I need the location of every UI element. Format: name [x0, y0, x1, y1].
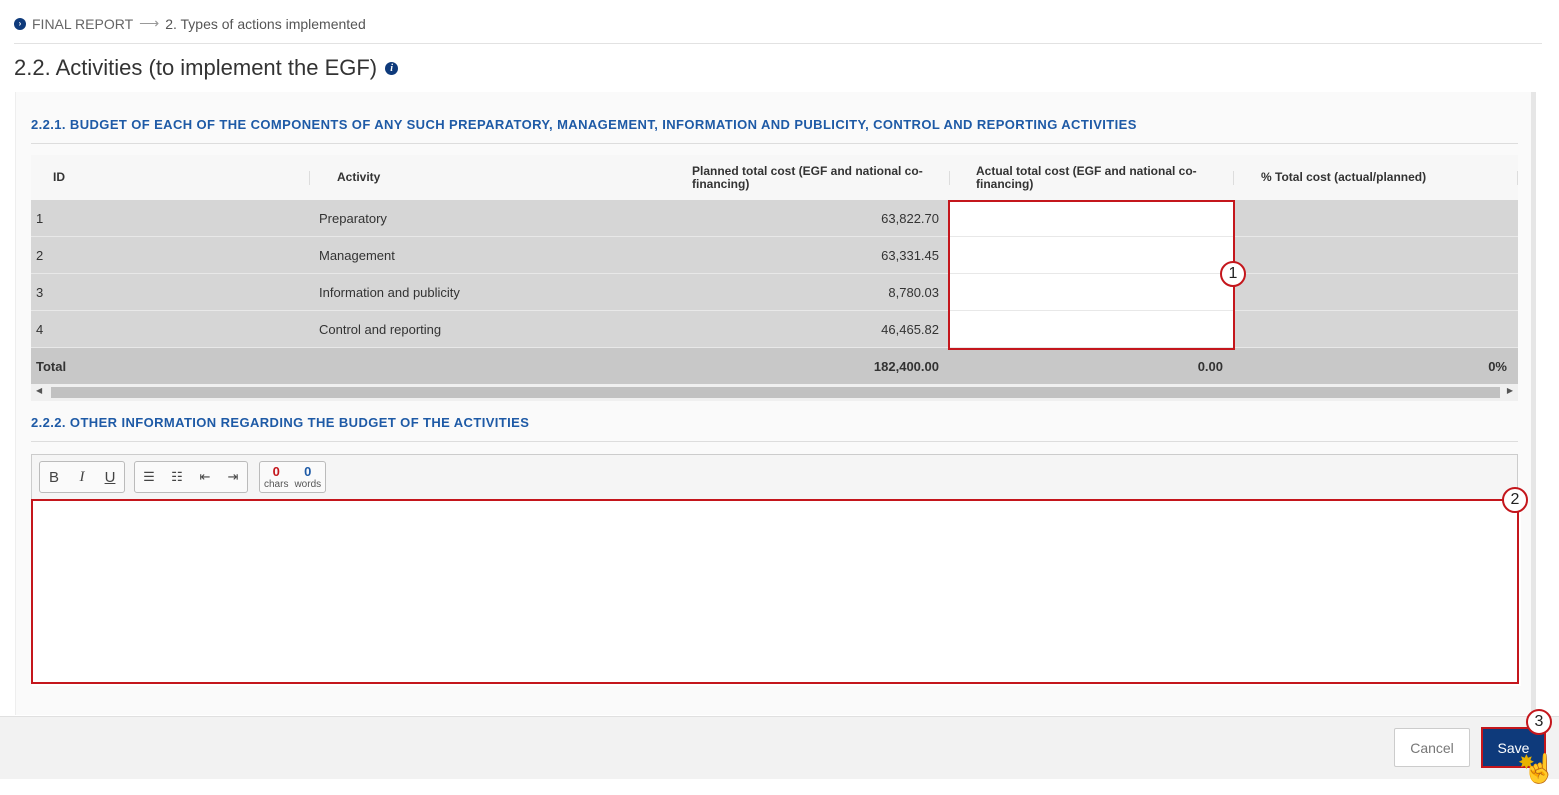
cell-planned: 63,822.70 — [881, 210, 939, 226]
table-row: 2 Management 63,331.45 — [31, 237, 1518, 274]
chars-count: 0 — [272, 464, 280, 479]
cell-id: 1 — [36, 210, 44, 226]
section-divider — [31, 441, 1518, 442]
underline-icon[interactable]: U — [96, 463, 124, 491]
scroll-left-icon[interactable]: ◀ — [36, 386, 42, 395]
cell-planned: 63,331.45 — [881, 247, 939, 263]
cell-planned: 8,780.03 — [888, 284, 939, 300]
table-row: 1 Preparatory 63,822.70 — [31, 200, 1518, 237]
callout-3: 3 — [1526, 709, 1552, 735]
words-count: 0 — [304, 464, 312, 479]
cell-pct — [1241, 237, 1507, 273]
section-heading-budget: 2.2.1. BUDGET OF EACH OF THE COMPONENTS … — [31, 117, 1137, 132]
italic-icon[interactable]: I — [68, 463, 96, 491]
table-header: ID Activity Planned total cost (EGF and … — [31, 155, 1518, 200]
column-header-id: ID — [53, 170, 65, 184]
cell-pct — [1241, 311, 1507, 347]
table-total-row: Total 182,400.00 0.00 0% — [31, 348, 1518, 384]
column-header-pct: % Total cost (actual/planned) — [1261, 170, 1427, 184]
indent-icon[interactable]: ⇥ — [219, 463, 247, 491]
total-actual: 0.00 — [1197, 358, 1223, 374]
hand-cursor-icon: ☝ — [1522, 753, 1557, 784]
breadcrumb-root[interactable]: FINAL REPORT — [32, 16, 133, 32]
counter-group: 0 chars 0 words — [259, 461, 327, 493]
breadcrumb: › FINAL REPORT ⟶ 2. Types of actions imp… — [14, 15, 366, 32]
column-divider — [1517, 171, 1518, 185]
vertical-scrollbar[interactable] — [1531, 92, 1536, 715]
table-row: 4 Control and reporting 46,465.82 — [31, 311, 1518, 348]
form-footer — [0, 716, 1559, 779]
editor-toolbar: B I U ☰ ☷ ⇤ ⇥ 0 chars 0 words — [32, 455, 1517, 500]
scroll-right-icon[interactable]: ▶ — [1507, 386, 1513, 395]
cell-pct — [1241, 200, 1507, 236]
list-group: ☰ ☷ ⇤ ⇥ — [134, 461, 248, 493]
actual-cost-input[interactable] — [949, 274, 1233, 310]
cell-activity: Preparatory — [319, 210, 387, 226]
cell-activity: Information and publicity — [319, 284, 460, 300]
column-divider — [949, 171, 950, 185]
cell-activity: Management — [319, 247, 395, 263]
unordered-list-icon[interactable]: ☷ — [163, 463, 191, 491]
words-label: words — [294, 479, 322, 490]
total-label: Total — [36, 358, 67, 374]
actual-cost-input[interactable] — [949, 311, 1233, 347]
scrollbar-thumb[interactable] — [51, 387, 1500, 398]
total-planned: 182,400.00 — [873, 358, 939, 374]
section-divider — [31, 143, 1518, 144]
breadcrumb-current: 2. Types of actions implemented — [165, 15, 366, 32]
budget-table: ID Activity Planned total cost (EGF and … — [31, 155, 1518, 401]
horizontal-scrollbar[interactable]: ◀ ▶ — [31, 384, 1518, 401]
cell-id: 2 — [36, 247, 44, 263]
total-pct: 0% — [1488, 358, 1507, 374]
other-info-textarea[interactable] — [32, 501, 1521, 686]
bold-icon[interactable]: B — [40, 463, 68, 491]
chars-label: chars — [264, 479, 289, 490]
column-header-actual: Actual total cost (EGF and national co-f… — [976, 163, 1197, 191]
page-title-text: 2.2. Activities (to implement the EGF) — [14, 55, 378, 80]
cancel-button[interactable]: Cancel — [1394, 728, 1470, 767]
ordered-list-icon[interactable]: ☰ — [135, 463, 163, 491]
callout-1: 1 — [1220, 261, 1246, 287]
cell-activity: Control and reporting — [319, 321, 442, 337]
chevron-right-icon: › — [14, 17, 26, 30]
section-heading-other-info: 2.2.2. OTHER INFORMATION REGARDING THE B… — [31, 415, 530, 430]
table-row: 3 Information and publicity 8,780.03 — [31, 274, 1518, 311]
outdent-icon[interactable]: ⇤ — [191, 463, 219, 491]
page-title: 2.2. Activities (to implement the EGF) i — [14, 55, 399, 81]
cell-id: 4 — [36, 321, 44, 337]
callout-2: 2 — [1502, 487, 1528, 513]
cell-pct — [1241, 274, 1507, 310]
words-counter: 0 words — [294, 464, 321, 490]
breadcrumb-arrow-icon: ⟶ — [139, 15, 160, 31]
breadcrumb-divider — [14, 43, 1542, 44]
column-divider — [309, 171, 310, 185]
info-icon[interactable]: i — [385, 61, 399, 75]
actual-cost-input[interactable] — [949, 237, 1233, 273]
rich-text-editor: B I U ☰ ☷ ⇤ ⇥ 0 chars 0 words — [31, 454, 1521, 686]
column-header-planned: Planned total cost (EGF and national co-… — [692, 163, 923, 191]
column-divider — [1233, 171, 1234, 185]
chars-counter: 0 chars — [264, 464, 288, 490]
cell-id: 3 — [36, 284, 44, 300]
cell-planned: 46,465.82 — [881, 321, 939, 337]
column-header-activity: Activity — [337, 170, 381, 184]
format-group: B I U — [39, 461, 125, 493]
actual-cost-input[interactable] — [949, 200, 1233, 236]
